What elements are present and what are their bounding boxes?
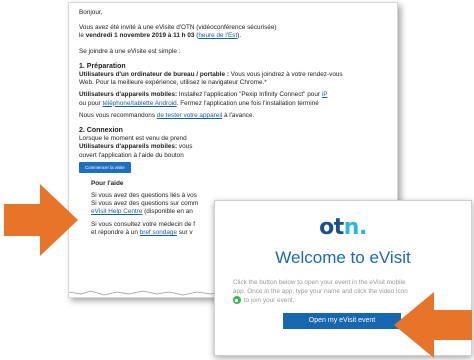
mobile-users-line-2: ou pour téléphone/tablette Android. Ferm…: [79, 99, 319, 107]
invite-date: vendredi 1 novembre 2019 à 11 h 03: [85, 32, 195, 40]
mobile-users-line: Utilisateurs d'appareils mobiles: Instal…: [79, 91, 328, 99]
timezone-link[interactable]: heure de l'Est: [198, 32, 237, 39]
preparation-heading: 1. Préparation: [79, 62, 126, 70]
test-device-line: Nous vous recommandons de tester votre a…: [79, 111, 255, 119]
survey-link[interactable]: bref sondage: [140, 229, 177, 236]
join-instructions: Se joindre à une eVisite est simple :: [79, 47, 181, 55]
help-heading: Pour l'aide: [91, 179, 124, 187]
ios-link[interactable]: iP: [322, 91, 328, 98]
video-icon: [233, 296, 241, 305]
connection-line-1: Lorsque le moment est venu de prend: [79, 135, 187, 143]
connection-line-3: ouvert l'application à l'aide du bouton: [79, 151, 184, 159]
invite-line-1: Vous avez été invité à une eVisite d'OTN…: [79, 24, 277, 32]
greeting: Bonjour,: [79, 9, 103, 16]
desktop-users-line: Utilisateurs d'un ordinateur de bureau /…: [79, 71, 343, 79]
arrow-left-icon: [394, 292, 472, 358]
open-evisit-event-button[interactable]: Open my eVisit event: [283, 313, 401, 329]
invite-line-2: le vendredi 1 novembre 2019 à 11 h 03 (h…: [79, 32, 242, 40]
arrow-right-icon: [4, 184, 78, 256]
welcome-title: Welcome to eVisit: [275, 248, 411, 267]
desktop-users-line-2: Web. Pour la meilleure expérience, utili…: [79, 79, 267, 87]
android-link[interactable]: téléphone/tablette Android: [102, 100, 176, 107]
help-centre-link[interactable]: eVisit Help Centre: [91, 208, 142, 215]
otn-logo: otn.: [319, 215, 367, 240]
test-device-link[interactable]: de tester votre appareil: [157, 112, 222, 119]
start-visit-button[interactable]: Commencer la visite: [79, 161, 131, 173]
connection-heading: 2. Connexion: [79, 127, 123, 135]
connection-mobile-line: Utilisateurs d'appareils mobiles: vous: [79, 143, 193, 151]
